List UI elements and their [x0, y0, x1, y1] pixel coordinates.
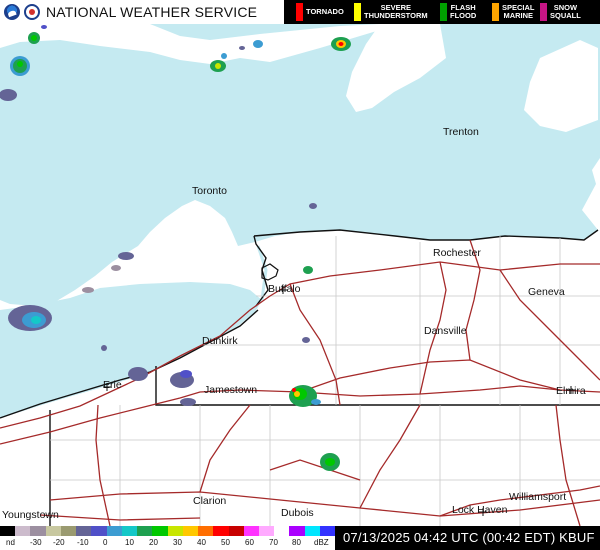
dbz-tick-label: 20	[149, 538, 158, 547]
dbz-color-swatch	[182, 526, 199, 536]
dbz-color-swatch	[213, 526, 229, 536]
dbz-tick-label: 0	[103, 538, 108, 547]
flash-flood-swatch	[440, 3, 447, 21]
dbz-tick-label: nd	[6, 538, 15, 547]
dbz-color-swatch	[76, 526, 92, 536]
city-label: Youngstown	[2, 509, 59, 521]
dbz-color-swatch	[60, 526, 77, 536]
dbz-tick-label: 70	[269, 538, 278, 547]
legend-label: SEVERE THUNDERSTORM	[364, 3, 428, 20]
legend-snow-squall: SNOW SQUALL	[540, 0, 581, 24]
echo-cell	[303, 266, 313, 274]
legend-label: SPECIAL MARINE	[502, 3, 535, 20]
dbz-tick-label: dBZ	[314, 538, 329, 547]
footer-bar: nd -30 -20 -10 0 10 20 30 40 50 60 70 80…	[0, 526, 600, 550]
city-label: Dubois	[281, 507, 314, 519]
noaa-logo-icon	[4, 4, 20, 20]
dbz-tick-label: 10	[125, 538, 134, 547]
legend-label: FLASH FLOOD	[450, 3, 477, 20]
warning-legend: TORNADO SEVERE THUNDERSTORM FLASH FLOOD SP…	[284, 0, 600, 24]
dbz-color-scale: nd -30 -20 -10 0 10 20 30 40 50 60 70 80…	[0, 526, 336, 550]
dbz-color-swatch	[15, 526, 31, 536]
city-label: Lock Haven	[452, 504, 508, 516]
dbz-tick-label: -20	[53, 538, 65, 547]
dbz-color-swatch	[243, 526, 259, 536]
dbz-color-swatch	[121, 526, 138, 536]
legend-tornado: TORNADO	[296, 0, 344, 24]
city-label: Dansville	[424, 325, 467, 337]
dbz-color-swatch	[198, 526, 214, 536]
city-label: Erie	[103, 379, 122, 391]
dbz-tick-label: 60	[245, 538, 254, 547]
dbz-tick-label: 80	[292, 538, 301, 547]
echo-cell	[118, 252, 134, 260]
dbz-tick-label: 50	[221, 538, 230, 547]
snow-squall-swatch	[540, 3, 547, 21]
dbz-color-swatch	[319, 526, 336, 536]
tornado-swatch	[296, 3, 303, 21]
legend-label: SNOW SQUALL	[550, 3, 581, 20]
dbz-color-swatch	[274, 526, 290, 536]
legend-flash-flood: FLASH FLOOD	[440, 0, 476, 24]
echo-cell	[111, 265, 121, 271]
city-label: Rochester	[433, 247, 481, 259]
severe-thunderstorm-swatch	[354, 3, 361, 21]
city-label: Geneva	[528, 286, 565, 298]
dbz-color-swatch	[0, 526, 16, 536]
dbz-color-swatch	[91, 526, 107, 536]
header-bar: NATIONAL WEATHER SERVICE TORNADO SEVERE T…	[0, 0, 600, 24]
dbz-color-swatch	[304, 526, 320, 536]
agency-brand: NATIONAL WEATHER SERVICE	[0, 0, 284, 24]
city-label: Trenton	[443, 126, 479, 138]
dbz-tick-label: -10	[77, 538, 89, 547]
dbz-tick-label: 40	[197, 538, 206, 547]
city-label: Toronto	[192, 185, 227, 197]
radar-viewer: Trenton Toronto Rochester Geneva Buffalo…	[0, 0, 600, 550]
dbz-color-swatch	[30, 526, 46, 536]
dbz-tick-label: -30	[30, 538, 42, 547]
city-label: Buffalo	[268, 283, 301, 295]
nws-logo-icon	[24, 4, 40, 20]
dbz-color-strip	[0, 526, 336, 536]
dbz-color-swatch	[167, 526, 183, 536]
dbz-color-swatch	[106, 526, 122, 536]
dbz-color-swatch	[152, 526, 168, 536]
echo-cell	[101, 345, 107, 351]
dbz-color-swatch	[258, 526, 275, 536]
echo-cell	[8, 305, 52, 331]
echo-cell	[309, 203, 317, 209]
echo-cell	[302, 337, 310, 343]
radar-timestamp: 07/13/2025 04:42 UTC (00:42 EDT) KBUF	[343, 530, 595, 545]
radar-map[interactable]: Trenton Toronto Rochester Geneva Buffalo…	[0, 0, 600, 550]
legend-severe-thunderstorm: SEVERE THUNDERSTORM	[354, 0, 428, 24]
dbz-color-swatch	[137, 526, 153, 536]
city-label: Dunkirk	[202, 335, 238, 347]
echo-cell	[10, 56, 30, 76]
agency-title: NATIONAL WEATHER SERVICE	[46, 4, 258, 20]
legend-label: TORNADO	[306, 7, 344, 16]
legend-special-marine: SPECIAL MARINE	[492, 0, 535, 24]
city-label: Jamestown	[204, 384, 257, 396]
city-label: Clarion	[193, 495, 226, 507]
dbz-tick-label: 30	[173, 538, 182, 547]
echo-cell	[331, 37, 351, 51]
echo-cell	[253, 40, 263, 48]
city-label: Williamsport	[509, 491, 566, 503]
dbz-color-swatch	[228, 526, 244, 536]
dbz-color-swatch	[45, 526, 61, 536]
echo-cell	[320, 453, 340, 471]
echo-cell	[82, 287, 94, 293]
dbz-color-swatch	[289, 526, 305, 536]
special-marine-swatch	[492, 3, 499, 21]
